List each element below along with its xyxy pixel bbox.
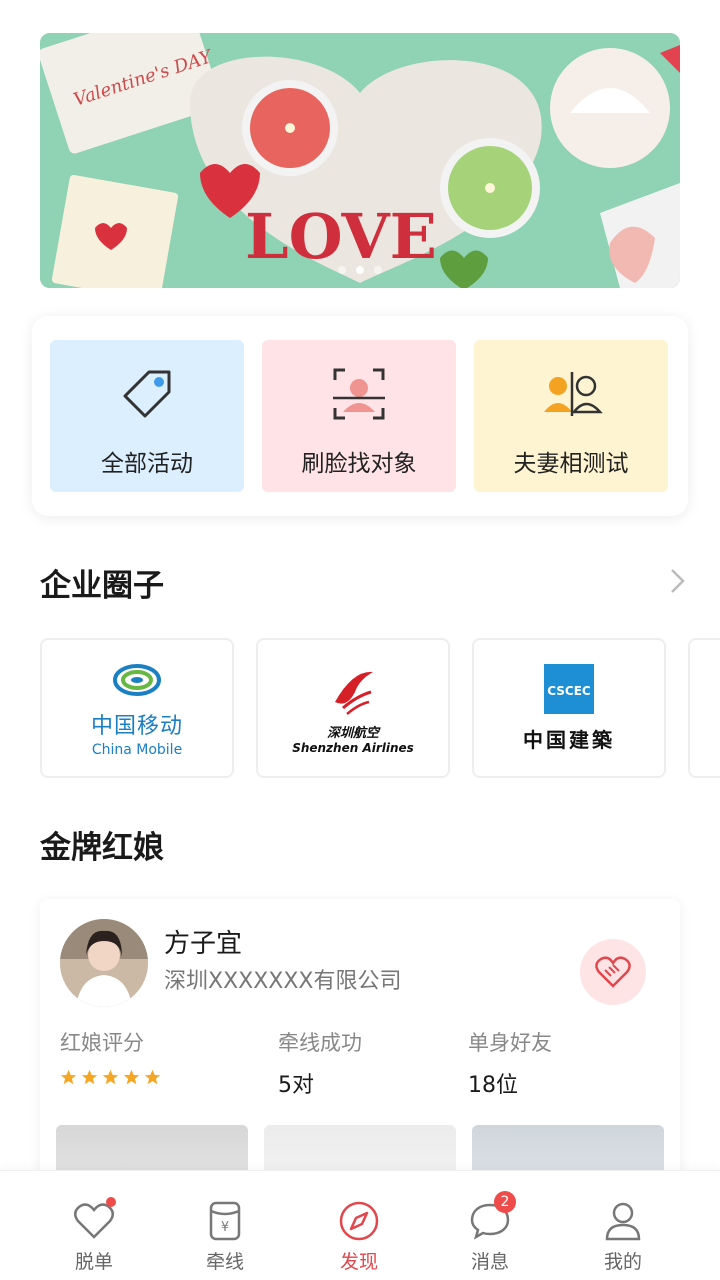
face-scan-icon	[324, 364, 394, 424]
banner-love-text: LOVE	[245, 200, 437, 273]
svg-text:¥: ¥	[221, 1220, 229, 1235]
matched-stat: 牵线成功 5对	[278, 1027, 362, 1099]
matchmaker-card[interactable]: 方子宜 深圳XXXXXXX有限公司 红娘评分 牵线成功 5对 单身好友 18位	[40, 899, 680, 1199]
couple-face-test-button[interactable]: 夫妻相测试	[474, 340, 668, 492]
star-icon	[60, 1069, 77, 1085]
shenzhen-airlines-logo-icon	[335, 671, 373, 715]
heart-icon	[72, 1197, 116, 1243]
matchmaker-name: 方子宜	[164, 929, 243, 959]
rating-label: 红娘评分	[60, 1031, 144, 1055]
avatar[interactable]	[60, 919, 148, 1007]
matchmaker-company: 深圳XXXXXXX有限公司	[164, 969, 402, 994]
singles-stat: 单身好友 18位	[468, 1027, 552, 1099]
matched-label: 牵线成功	[278, 1031, 362, 1055]
company-name-cn: 中国建築	[523, 727, 615, 752]
rating-stat: 红娘评分	[60, 1027, 161, 1086]
chat-icon: 2	[468, 1191, 516, 1243]
tag-icon	[112, 364, 182, 424]
matchmakers-section-title: 金牌红娘	[40, 830, 164, 866]
company-shenzhen-airlines[interactable]: 深圳航空 Shenzhen Airlines	[256, 638, 450, 778]
tab-label: 我的	[603, 1251, 642, 1273]
star-icon	[123, 1069, 140, 1085]
enterprise-section-title: 企业圈子	[40, 568, 164, 604]
svg-text:CSCEC: CSCEC	[547, 684, 591, 698]
compass-icon	[337, 1199, 381, 1243]
couple-face-test-label: 夫妻相测试	[513, 451, 629, 477]
user-icon	[601, 1199, 645, 1243]
star-icon	[144, 1069, 161, 1085]
tab-matchmake[interactable]: ¥ 牵线	[153, 1171, 297, 1280]
cup-icon: ¥	[203, 1199, 247, 1243]
unread-badge: 2	[494, 1191, 516, 1213]
couple-face-icon	[536, 364, 606, 424]
heart-hands-icon[interactable]	[580, 939, 646, 1005]
face-scan-label: 刷脸找对象	[301, 451, 417, 477]
company-cscec[interactable]: CSCEC 中国建築	[472, 638, 666, 778]
company-name-cn: 中国移动	[90, 714, 183, 739]
tab-label: 牵线	[205, 1251, 244, 1273]
rating-stars	[60, 1069, 161, 1086]
tab-discover[interactable]: 发现	[287, 1171, 431, 1280]
bottom-tab-bar: 脱单 ¥ 牵线 发现 2 消息 我的	[0, 1170, 720, 1280]
carousel-dot-active[interactable]	[356, 266, 364, 274]
matched-value: 5对	[278, 1073, 314, 1098]
cscec-logo-icon: CSCEC	[544, 663, 594, 714]
carousel-dot[interactable]	[374, 266, 382, 274]
banner-illustration: Valentine's DAY LOVE	[40, 33, 680, 288]
carousel-dot[interactable]	[338, 266, 346, 274]
tab-messages[interactable]: 2 消息	[418, 1171, 562, 1280]
face-scan-match-button[interactable]: 刷脸找对象	[262, 340, 456, 492]
tab-label: 脱单	[74, 1251, 113, 1273]
star-icon	[81, 1069, 98, 1085]
star-icon	[102, 1069, 119, 1085]
tab-label: 消息	[470, 1251, 509, 1273]
company-name-en: Shenzhen Airlines	[292, 740, 414, 755]
all-activities-button[interactable]: 全部活动	[50, 340, 244, 492]
promo-banner[interactable]: Valentine's DAY LOVE	[40, 33, 680, 288]
company-name-en: China Mobile	[91, 742, 183, 758]
chevron-right-icon[interactable]	[666, 566, 688, 596]
tab-single[interactable]: 脱单	[22, 1171, 166, 1280]
carousel-dots[interactable]	[40, 266, 680, 274]
quick-actions-card: 全部活动 刷脸找对象 夫妻相测试	[32, 316, 688, 516]
company-china-mobile[interactable]: 中国移动 China Mobile	[40, 638, 234, 778]
notification-dot	[106, 1197, 116, 1207]
china-mobile-logo-icon	[113, 664, 161, 696]
all-activities-label: 全部活动	[101, 451, 193, 477]
singles-value: 18位	[468, 1073, 518, 1098]
company-name-cn: 深圳航空	[326, 725, 379, 741]
company-partial-card[interactable]	[688, 638, 720, 778]
tab-profile[interactable]: 我的	[551, 1171, 695, 1280]
tab-label: 发现	[339, 1251, 378, 1273]
singles-label: 单身好友	[468, 1031, 552, 1055]
